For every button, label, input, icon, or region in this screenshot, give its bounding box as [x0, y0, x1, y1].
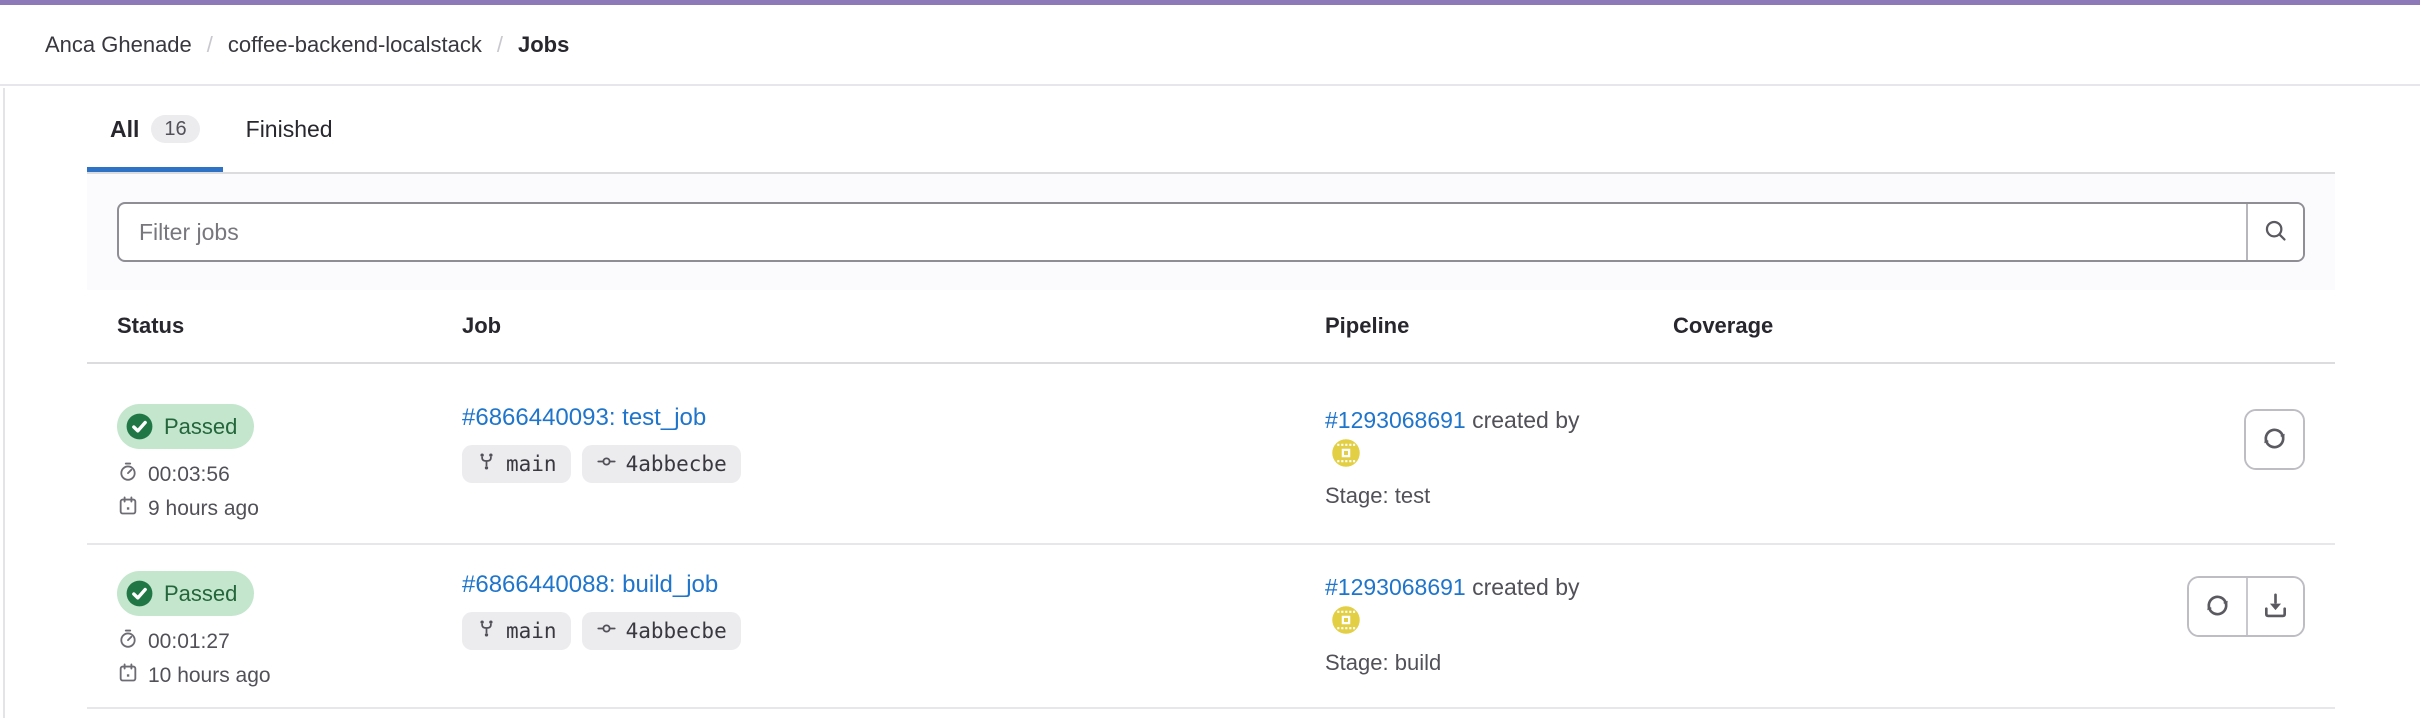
breadcrumb-current-jobs: Jobs: [518, 32, 569, 58]
search-icon: [2262, 217, 2289, 247]
finished-time-value: 9 hours ago: [148, 497, 259, 521]
breadcrumb-separator: /: [497, 32, 503, 58]
filter-jobs-input[interactable]: [119, 204, 2246, 260]
git-branch-icon: [476, 451, 497, 477]
job-duration: 00:03:56: [117, 461, 462, 489]
download-icon: [2261, 591, 2290, 623]
job-duration: 00:01:27: [117, 628, 462, 656]
pipeline-created-text: created by: [1472, 574, 1579, 600]
branch-ref-badge[interactable]: main: [462, 445, 571, 483]
pipeline-created-text: created by: [1472, 407, 1579, 433]
retry-icon: [2203, 591, 2232, 623]
branch-ref-badge[interactable]: main: [462, 612, 571, 650]
download-artifacts-button[interactable]: [2246, 578, 2303, 635]
tab-all[interactable]: All 16: [87, 86, 223, 172]
tab-all-label: All: [110, 116, 139, 143]
status-cell: Passed 00:03:56: [117, 404, 462, 523]
commit-sha-badge[interactable]: 4abbecbe: [582, 612, 741, 650]
job-row: Passed 00:01:27: [87, 545, 2335, 709]
pipeline-info: #1293068691 created by: [1325, 404, 1605, 468]
status-success-icon: [124, 578, 155, 609]
retry-job-button[interactable]: [2189, 578, 2246, 635]
pipeline-info: #1293068691 created by: [1325, 571, 1605, 635]
tab-all-count-badge: 16: [151, 115, 199, 143]
duration-value: 00:01:27: [148, 630, 230, 654]
branch-name: main: [506, 452, 557, 476]
pipeline-cell: #1293068691 created by Stage: build: [1325, 571, 1673, 676]
git-commit-icon: [596, 618, 617, 644]
branch-name: main: [506, 619, 557, 643]
actions-cell: [1960, 404, 2335, 470]
search-button[interactable]: [2246, 204, 2303, 260]
breadcrumb-group[interactable]: Anca Ghenade: [45, 32, 192, 58]
column-header-status: Status: [117, 313, 462, 339]
breadcrumb-project[interactable]: coffee-backend-localstack: [228, 32, 482, 58]
retry-icon: [2260, 424, 2289, 456]
pipeline-link[interactable]: #1293068691: [1325, 407, 1466, 433]
content-left-divider: [3, 88, 5, 718]
job-status-badge[interactable]: Passed: [117, 404, 254, 449]
column-header-coverage: Coverage: [1673, 313, 1960, 339]
jobs-filter-panel: [87, 174, 2335, 290]
job-cell: #6866440093: test_job main: [462, 404, 1325, 483]
job-finished-time: 10 hours ago: [117, 662, 462, 690]
pipeline-stage: Stage: test: [1325, 483, 1673, 509]
breadcrumb: Anca Ghenade / coffee-backend-localstack…: [45, 32, 569, 58]
status-label: Passed: [164, 581, 237, 607]
calendar-icon: [117, 495, 139, 523]
duration-value: 00:03:56: [148, 463, 230, 487]
jobs-page-content: All 16 Finished Status Job Pipeline: [87, 86, 2335, 709]
ref-badges: main 4abbecbe: [462, 612, 1325, 650]
job-link[interactable]: #6866440088: build_job: [462, 571, 718, 599]
pipeline-author-avatar[interactable]: [1331, 605, 1361, 635]
pipeline-cell: #1293068691 created by Stage: test: [1325, 404, 1673, 509]
breadcrumb-bar: Anca Ghenade / coffee-backend-localstack…: [0, 5, 2420, 86]
actions-cell: [1960, 571, 2335, 637]
pipeline-link[interactable]: #1293068691: [1325, 574, 1466, 600]
jobs-scope-tabs: All 16 Finished: [87, 86, 2335, 174]
stopwatch-icon: [117, 461, 139, 489]
stopwatch-icon: [117, 628, 139, 656]
job-status-badge[interactable]: Passed: [117, 571, 254, 616]
commit-sha-badge[interactable]: 4abbecbe: [582, 445, 741, 483]
job-actions: [2244, 409, 2305, 470]
job-row: Passed 00:03:56: [87, 364, 2335, 545]
status-cell: Passed 00:01:27: [117, 571, 462, 690]
commit-sha: 4abbecbe: [626, 452, 727, 476]
ref-badges: main 4abbecbe: [462, 445, 1325, 483]
git-branch-icon: [476, 618, 497, 644]
job-finished-time: 9 hours ago: [117, 495, 462, 523]
active-tab-indicator: [87, 167, 223, 172]
finished-time-value: 10 hours ago: [148, 664, 271, 688]
tab-finished-label: Finished: [246, 116, 333, 143]
column-header-job: Job: [462, 313, 1325, 339]
job-link[interactable]: #6866440093: test_job: [462, 404, 706, 432]
commit-sha: 4abbecbe: [626, 619, 727, 643]
pipeline-author-avatar[interactable]: [1331, 438, 1361, 468]
retry-job-button[interactable]: [2246, 411, 2303, 468]
job-cell: #6866440088: build_job main: [462, 571, 1325, 650]
calendar-icon: [117, 662, 139, 690]
breadcrumb-separator: /: [207, 32, 213, 58]
pipeline-stage: Stage: build: [1325, 650, 1673, 676]
status-success-icon: [124, 411, 155, 442]
filter-input-group: [117, 202, 2305, 262]
job-actions: [2187, 576, 2305, 637]
git-commit-icon: [596, 451, 617, 477]
jobs-table-header: Status Job Pipeline Coverage: [87, 290, 2335, 364]
column-header-pipeline: Pipeline: [1325, 313, 1673, 339]
tab-finished[interactable]: Finished: [223, 86, 356, 172]
status-label: Passed: [164, 414, 237, 440]
